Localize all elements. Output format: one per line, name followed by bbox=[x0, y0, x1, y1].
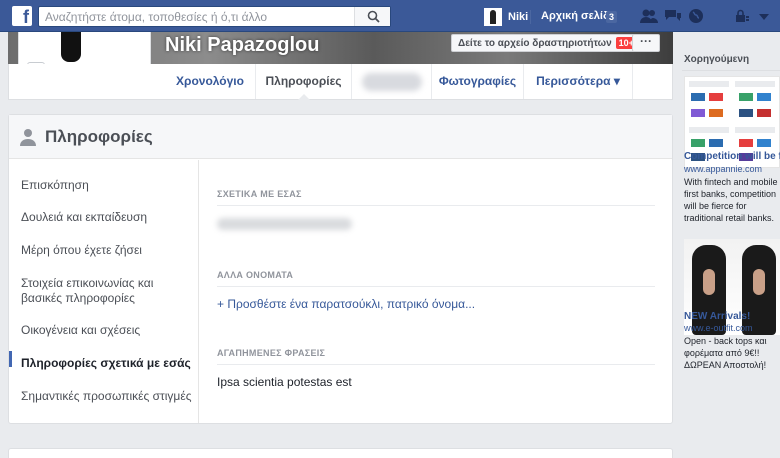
account-menu-chevron-down-icon[interactable] bbox=[758, 8, 774, 24]
sponsored-label: Χορηγούμενη bbox=[684, 54, 750, 65]
nav-user-name: Niki bbox=[508, 11, 529, 23]
ad-url-appannie[interactable]: www.appannie.com bbox=[684, 164, 762, 174]
sponsored-column: Χορηγούμενη Competition will be fierce w… bbox=[674, 32, 780, 458]
activity-log-button[interactable]: Δείτε το αρχείο δραστηριοτήτων 10+ bbox=[451, 34, 644, 52]
search-box bbox=[38, 6, 391, 27]
section-title-about-you: ΣΧΕΤΙΚΑ ΜΕ ΕΣΑΣ bbox=[217, 189, 655, 206]
tab-more[interactable]: Περισσότερα ▾ bbox=[523, 64, 633, 99]
ad-image-logo bbox=[709, 139, 723, 147]
next-card bbox=[8, 448, 673, 458]
top-navigation-bar: f Niki Αρχική σελίδα 3 bbox=[0, 0, 780, 32]
nav-profile-link[interactable]: Niki bbox=[484, 8, 528, 26]
menu-item-places-lived[interactable]: Μέρη όπου έχετε ζήσει bbox=[21, 243, 193, 258]
section-title-other-names: ΑΛΛΑ ΟΝΟΜΑΤΑ bbox=[217, 270, 655, 287]
nav-divider bbox=[530, 10, 531, 24]
tab-about[interactable]: Πληροφορίες bbox=[255, 64, 351, 100]
about-header: Πληροφορίες bbox=[9, 115, 672, 159]
ad-image-row bbox=[689, 127, 729, 133]
ad-image-model-back bbox=[753, 269, 765, 295]
ad-image-logo bbox=[739, 93, 753, 101]
ad-image-logo bbox=[691, 93, 705, 101]
profile-name[interactable]: Niki Papazoglou bbox=[165, 34, 319, 57]
menu-item-contact-basic-info[interactable]: Στοιχεία επικοινωνίας και βασικές πληροφ… bbox=[21, 276, 193, 306]
facebook-logo-icon[interactable]: f bbox=[12, 6, 32, 26]
privacy-shortcuts-icon[interactable] bbox=[734, 8, 750, 24]
ad-image-logo bbox=[739, 139, 753, 147]
ad-image-logo bbox=[709, 93, 723, 101]
notifications-globe-icon[interactable] bbox=[688, 8, 706, 24]
friend-requests-icon[interactable] bbox=[640, 8, 658, 24]
search-button[interactable] bbox=[354, 7, 390, 26]
avatar bbox=[484, 8, 502, 26]
ad-image-row bbox=[735, 127, 775, 133]
section-title-favorite-quotes: ΑΓΑΠΗΜΕΝΕΣ ΦΡΑΣΕΙΣ bbox=[217, 348, 655, 365]
redacted-about-text bbox=[217, 218, 352, 230]
ad-body-appannie: With fintech and mobile first banks, com… bbox=[684, 177, 778, 223]
ad-image-row bbox=[735, 81, 775, 87]
favorite-quote: Ipsa scientia potestas est bbox=[217, 375, 352, 389]
person-icon bbox=[20, 129, 36, 146]
ad-image-logo bbox=[757, 109, 771, 117]
ad-body-e-outfit: Open - back tops και φορέματα από 9€!! Δ… bbox=[684, 336, 767, 370]
tab-timeline[interactable]: Χρονολόγιο bbox=[165, 64, 255, 99]
ad-image-logo bbox=[757, 93, 771, 101]
ad-image-logo bbox=[691, 109, 705, 117]
ad-image-logo bbox=[691, 139, 705, 147]
sponsored-divider bbox=[682, 70, 780, 71]
ad-url-e-outfit[interactable]: www.e-outfit.com bbox=[684, 323, 753, 333]
menu-item-details-about-you[interactable]: Πληροφορίες σχετικά με εσάς bbox=[21, 356, 193, 371]
about-card: Πληροφορίες Επισκόπηση Δουλειά και εκπαί… bbox=[8, 114, 673, 424]
profile-photo-figure bbox=[61, 32, 81, 62]
menu-item-work-education[interactable]: Δουλειά και εκπαίδευση bbox=[21, 210, 193, 225]
ad-image-model-back bbox=[703, 269, 715, 295]
tab-friends-redacted[interactable] bbox=[351, 64, 431, 99]
about-title: Πληροφορίες bbox=[45, 127, 153, 146]
ad-title-e-outfit[interactable]: NEW Arrivals! bbox=[684, 311, 750, 322]
menu-item-life-events[interactable]: Σημαντικές προσωπικές στιγμές bbox=[21, 389, 193, 404]
home-count-badge: 3 bbox=[606, 11, 618, 23]
add-nickname-link[interactable]: + Προσθέστε ένα παρατσούκλι, πατρικό όνο… bbox=[217, 297, 475, 311]
ad-image-logo bbox=[739, 109, 753, 117]
active-menu-indicator bbox=[9, 351, 12, 367]
ad-image-logo bbox=[709, 109, 723, 117]
ad-image-row bbox=[689, 81, 729, 87]
tab-photos[interactable]: Φωτογραφίες bbox=[431, 64, 523, 99]
more-options-button[interactable]: ··· bbox=[632, 34, 660, 52]
activity-log-label: Δείτε το αρχείο δραστηριοτήτων bbox=[458, 37, 612, 49]
ad-title-appannie[interactable]: Competition will be fierce bbox=[684, 151, 780, 162]
search-icon bbox=[367, 10, 380, 23]
about-side-menu: Επισκόπηση Δουλειά και εκπαίδευση Μέρη ό… bbox=[9, 160, 199, 423]
search-input[interactable] bbox=[45, 9, 355, 25]
profile-tab-bar: Χρονολόγιο Πληροφορίες Φωτογραφίες Περισ… bbox=[8, 64, 673, 100]
redacted-tab-label bbox=[362, 73, 422, 91]
ad-image-logo bbox=[757, 139, 771, 147]
menu-item-overview[interactable]: Επισκόπηση bbox=[21, 178, 193, 193]
menu-item-family-relationships[interactable]: Οικογένεια και σχέσεις bbox=[21, 323, 193, 338]
messages-icon[interactable] bbox=[664, 8, 682, 24]
